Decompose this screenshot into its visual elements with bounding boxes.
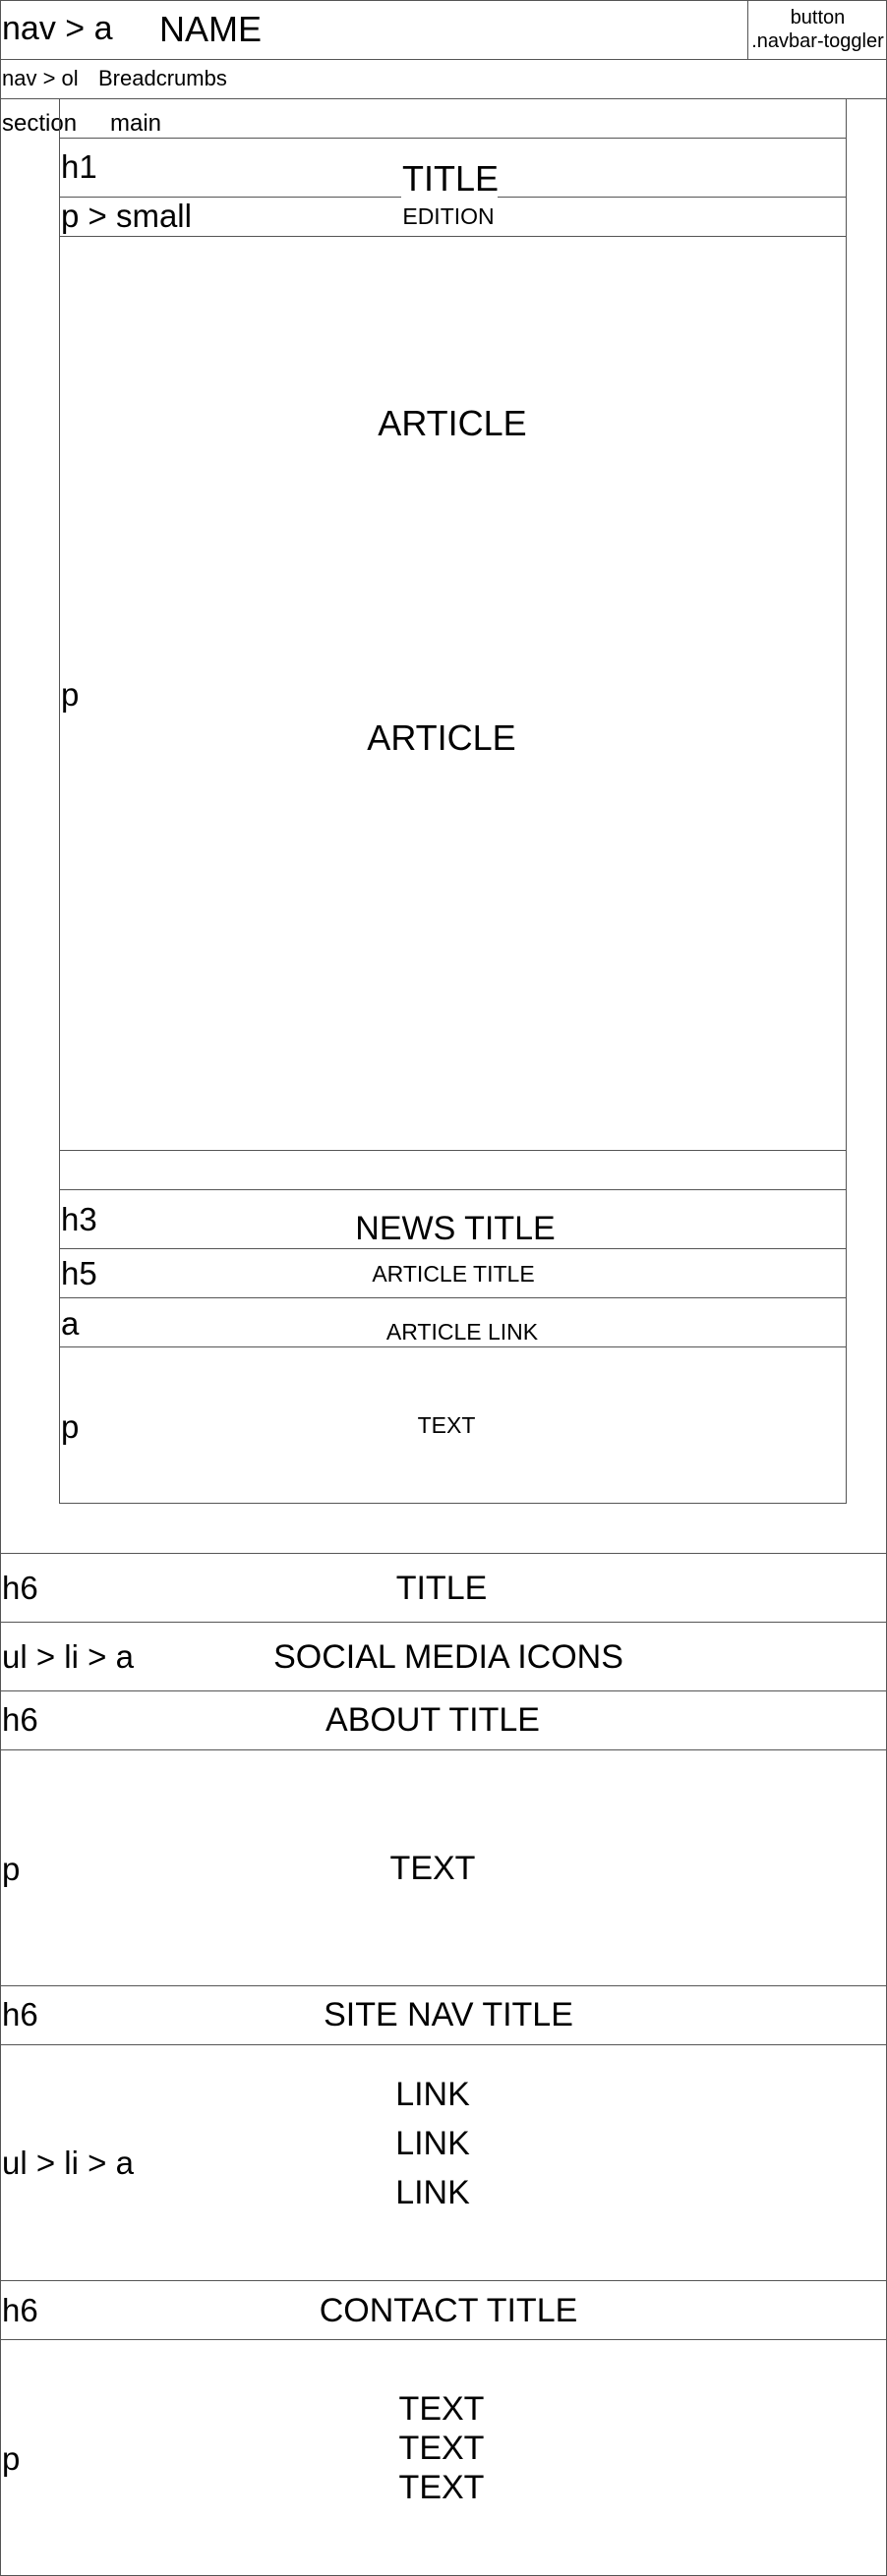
about-text: TEXT xyxy=(389,1850,476,1887)
contact-text-1: TEXT xyxy=(398,2390,485,2428)
h3-tag: h3 xyxy=(61,1201,97,1237)
a-tag: a xyxy=(61,1305,80,1342)
news-p-tag: p xyxy=(61,1408,80,1445)
site-nav-link-1[interactable]: LINK xyxy=(395,2078,470,2111)
navbar-toggler-label-line2: .navbar-toggler xyxy=(751,30,884,52)
article-body-1: ARTICLE xyxy=(378,403,527,443)
breadcrumb[interactable]: Breadcrumbs xyxy=(98,68,227,89)
footer-h6-tag-3: h6 xyxy=(2,1996,38,2032)
navbar-toggler-button[interactable]: button .navbar-toggler xyxy=(748,6,887,55)
footer-p-tag-2: p xyxy=(2,2440,21,2477)
social-media-icons[interactable]: SOCIAL MEDIA ICONS xyxy=(273,1640,623,1674)
footer-ul-tag-2: ul > li > a xyxy=(2,2145,134,2181)
site-nav-link-2[interactable]: LINK xyxy=(395,2127,470,2160)
contact-text-2: TEXT xyxy=(398,2430,485,2467)
navbar-brand-name[interactable]: NAME xyxy=(159,12,262,47)
h1-tag: h1 xyxy=(61,148,97,185)
footer-h6-tag-4: h6 xyxy=(2,2292,38,2328)
small-tag: p > small xyxy=(61,198,192,234)
h5-tag: h5 xyxy=(61,1255,97,1291)
edition-label: EDITION xyxy=(402,203,495,229)
about-title: ABOUT TITLE xyxy=(325,1701,540,1739)
navbar: nav > a NAME button .navbar-toggler xyxy=(0,0,887,59)
article-p-tag: p xyxy=(61,676,80,713)
contact-title: CONTACT TITLE xyxy=(319,2292,578,2329)
article-link[interactable]: ARTICLE LINK xyxy=(386,1321,538,1344)
main-container xyxy=(59,98,847,1504)
footer-h6-tag-2: h6 xyxy=(2,1701,38,1738)
footer-p-tag-1: p xyxy=(2,1851,21,1887)
site-nav-title: SITE NAV TITLE xyxy=(324,1996,573,2033)
article-title: ARTICLE TITLE xyxy=(372,1261,535,1287)
news-title: NEWS TITLE xyxy=(355,1210,556,1247)
page-title: TITLE xyxy=(401,158,500,199)
site-nav-link-3[interactable]: LINK xyxy=(395,2176,470,2209)
footer-h6-tag-1: h6 xyxy=(2,1570,38,1606)
footer-title: TITLE xyxy=(395,1570,488,1607)
contact-text-3: TEXT xyxy=(398,2469,485,2506)
article-body-2: ARTICLE xyxy=(367,717,516,758)
footer-ul-tag-1: ul > li > a xyxy=(2,1638,134,1675)
navbar-brand-tag: nav > a xyxy=(2,10,113,47)
news-text: TEXT xyxy=(417,1412,476,1438)
breadcrumb-tag: nav > ol xyxy=(2,66,79,90)
navbar-toggler-label-line1: button xyxy=(790,7,846,29)
